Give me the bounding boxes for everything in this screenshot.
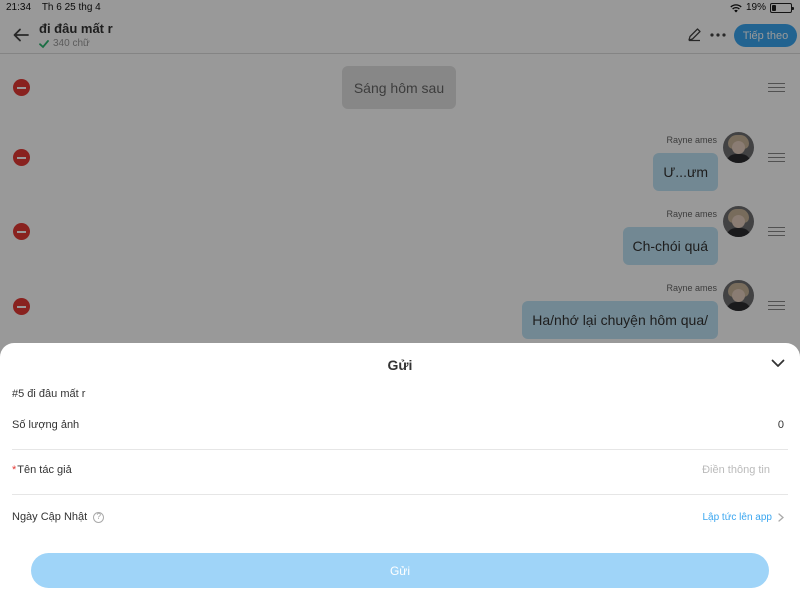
author-name-input[interactable] [600, 461, 770, 479]
author-label: *Tên tác giả [12, 464, 72, 476]
divider [12, 494, 788, 495]
image-count-label: Số lượng ảnh [12, 419, 80, 431]
update-date-selector[interactable]: Lập tức lên app [702, 512, 784, 523]
chapter-label: #5 đi đâu mất r [12, 388, 86, 400]
update-date-value: Lập tức lên app [702, 512, 772, 523]
chevron-down-icon[interactable] [771, 359, 785, 368]
publish-sheet: Gửi #5 đi đâu mất r Số lượng ảnh 0 *Tên … [0, 343, 800, 600]
submit-button[interactable]: Gửi [31, 553, 769, 588]
update-date-label-text: Ngày Cập Nhật [12, 511, 88, 523]
image-count-value: 0 [777, 419, 784, 431]
chevron-right-icon [778, 513, 784, 522]
sheet-title: Gửi [387, 357, 413, 373]
required-mark: * [12, 464, 17, 476]
help-icon[interactable]: ? [93, 511, 105, 523]
author-label-text: Tên tác giả [17, 464, 72, 476]
divider [12, 449, 788, 450]
update-date-label: Ngày Cập Nhật? [12, 511, 105, 523]
